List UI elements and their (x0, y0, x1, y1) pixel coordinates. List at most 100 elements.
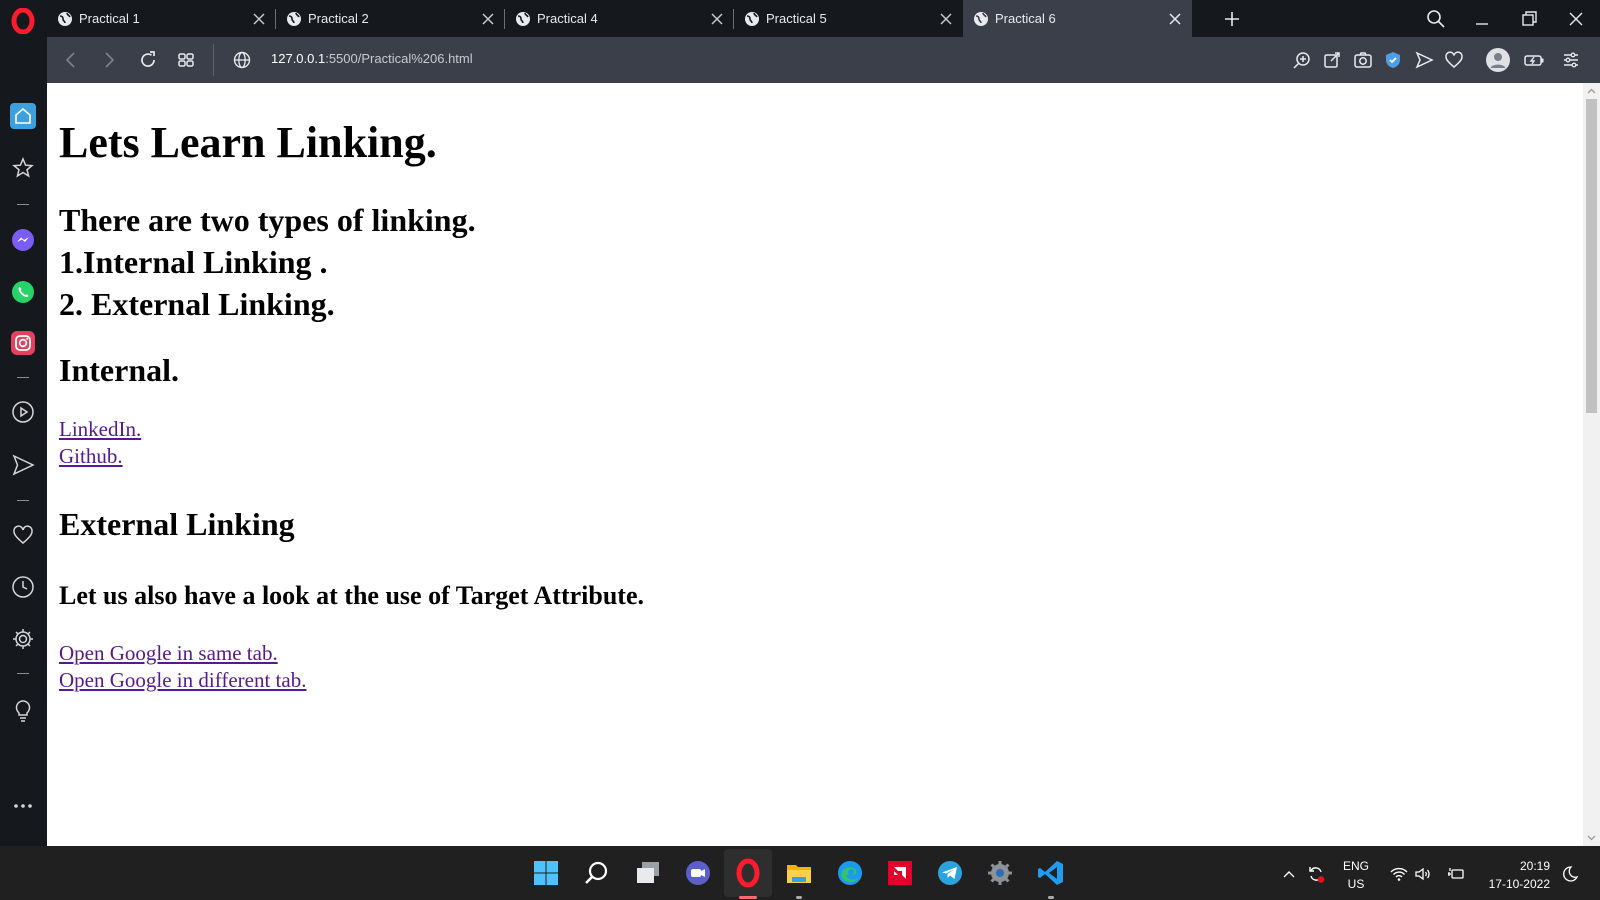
target-attribute-heading: Let us also have a look at the use of Ta… (59, 581, 644, 610)
scroll-down-icon[interactable] (1587, 833, 1596, 842)
close-icon[interactable] (935, 8, 957, 30)
opera-icon[interactable] (733, 858, 763, 888)
sidebar-separator (17, 500, 29, 501)
internal-links: LinkedIn. Github. (59, 416, 141, 470)
snapshot-icon[interactable] (1351, 48, 1375, 72)
file-explorer-icon[interactable] (784, 858, 814, 888)
edge-icon[interactable] (835, 858, 865, 888)
scroll-up-icon[interactable] (1587, 87, 1596, 96)
search-tabs-icon[interactable] (1423, 6, 1449, 32)
address-bar: 127.0.0.1:5500/Practical%206.html (47, 37, 1600, 83)
link-linkedin[interactable]: LinkedIn. (59, 416, 141, 443)
tab-practical-2[interactable]: Practical 2 (276, 0, 505, 37)
player-icon[interactable] (10, 399, 36, 425)
instagram-icon[interactable] (10, 330, 36, 356)
external-links: Open Google in same tab. Open Google in … (59, 640, 306, 694)
running-app-indicator (796, 896, 802, 899)
forward-icon[interactable] (97, 48, 121, 72)
globe-icon (745, 11, 759, 26)
link-google-same-tab[interactable]: Open Google in same tab. (59, 640, 306, 667)
minimize-icon[interactable] (1469, 6, 1495, 32)
close-icon[interactable] (1164, 8, 1186, 30)
sidebar-separator (17, 673, 29, 674)
send-icon[interactable] (1412, 48, 1436, 72)
types-heading-line: There are two types of linking. (59, 202, 476, 238)
sidebar (0, 37, 47, 846)
types-heading-line: 1.Internal Linking . (59, 244, 328, 280)
battery-charging-icon[interactable] (1446, 864, 1466, 884)
heart-icon[interactable] (1442, 48, 1466, 72)
vertical-scrollbar[interactable] (1583, 83, 1600, 846)
external-heading: External Linking (59, 506, 295, 542)
reload-icon[interactable] (136, 48, 160, 72)
tab-practical-6[interactable]: Practical 6 (963, 0, 1192, 37)
heart-icon[interactable] (10, 522, 36, 548)
vpn-shield-icon[interactable] (1381, 48, 1405, 72)
close-window-icon[interactable] (1563, 6, 1589, 32)
sidebar-separator (17, 204, 29, 205)
close-icon[interactable] (248, 8, 270, 30)
volume-icon[interactable] (1413, 864, 1433, 884)
back-icon[interactable] (59, 48, 83, 72)
whatsapp-icon[interactable] (10, 279, 36, 305)
globe-icon (287, 11, 301, 26)
teams-chat-icon[interactable] (683, 858, 713, 888)
types-heading: There are two types of linking. 1.Intern… (59, 199, 476, 325)
easy-setup-icon[interactable] (1559, 48, 1583, 72)
home-icon[interactable] (10, 103, 36, 129)
site-info-globe-icon[interactable] (230, 48, 254, 72)
url-path: :5500/Practical%206.html (325, 51, 473, 66)
tab-practical-1[interactable]: Practical 1 (47, 0, 276, 37)
search-icon[interactable] (582, 858, 612, 888)
link-github[interactable]: Github. (59, 443, 141, 470)
amd-icon[interactable] (885, 858, 915, 888)
telegram-icon[interactable] (935, 858, 965, 888)
more-icon[interactable] (10, 793, 36, 819)
battery-saver-icon[interactable] (1522, 48, 1546, 72)
tab-label: Practical 1 (79, 11, 140, 26)
active-app-indicator (739, 896, 757, 899)
globe-icon (58, 11, 72, 26)
tab-practical-5[interactable]: Practical 5 (734, 0, 963, 37)
vscode-icon[interactable] (1036, 858, 1066, 888)
types-heading-line: 2. External Linking. (59, 286, 335, 322)
page-title: Lets Learn Linking. (59, 118, 437, 167)
new-tab-icon[interactable] (1220, 7, 1244, 31)
lightbulb-icon[interactable] (10, 697, 36, 723)
restore-icon[interactable] (1516, 6, 1542, 32)
profile-avatar-icon[interactable] (1485, 47, 1511, 73)
tab-label: Practical 2 (308, 11, 369, 26)
zoom-icon[interactable] (1290, 48, 1314, 72)
language-indicator[interactable]: ENG US (1340, 859, 1372, 891)
tab-label: Practical 6 (995, 11, 1056, 26)
chevron-up-icon[interactable] (1279, 864, 1299, 884)
focus-assist-icon[interactable] (1560, 864, 1580, 884)
opera-logo-icon[interactable] (10, 8, 36, 34)
internal-heading: Internal. (59, 352, 179, 388)
settings-icon[interactable] (10, 626, 36, 652)
task-view-icon[interactable] (633, 858, 663, 888)
sync-icon[interactable] (1306, 864, 1326, 884)
windows-start-icon[interactable] (531, 858, 561, 888)
tab-grid-icon[interactable] (174, 48, 198, 72)
url-field[interactable]: 127.0.0.1:5500/Practical%206.html (271, 51, 473, 66)
history-icon[interactable] (10, 574, 36, 600)
close-icon[interactable] (477, 8, 499, 30)
scrollbar-thumb[interactable] (1586, 99, 1597, 413)
close-icon[interactable] (706, 8, 728, 30)
tab-label: Practical 5 (766, 11, 827, 26)
windows-taskbar: ENG US 20:19 17-10-2022 (0, 846, 1600, 900)
star-icon[interactable] (10, 155, 36, 181)
messenger-icon[interactable] (10, 227, 36, 253)
tab-bar: Practical 1 Practical 2 Practical 4 Prac… (0, 0, 1600, 37)
clock[interactable]: 20:19 17-10-2022 (1482, 859, 1550, 891)
share-edit-icon[interactable] (1320, 48, 1344, 72)
language-code: ENG (1342, 859, 1369, 873)
globe-icon (974, 11, 988, 26)
clock-date: 17-10-2022 (1488, 877, 1550, 891)
wifi-icon[interactable] (1389, 864, 1409, 884)
settings-icon[interactable] (985, 858, 1015, 888)
link-google-different-tab[interactable]: Open Google in different tab. (59, 667, 306, 694)
tab-practical-4[interactable]: Practical 4 (505, 0, 734, 37)
send-icon[interactable] (10, 452, 36, 478)
